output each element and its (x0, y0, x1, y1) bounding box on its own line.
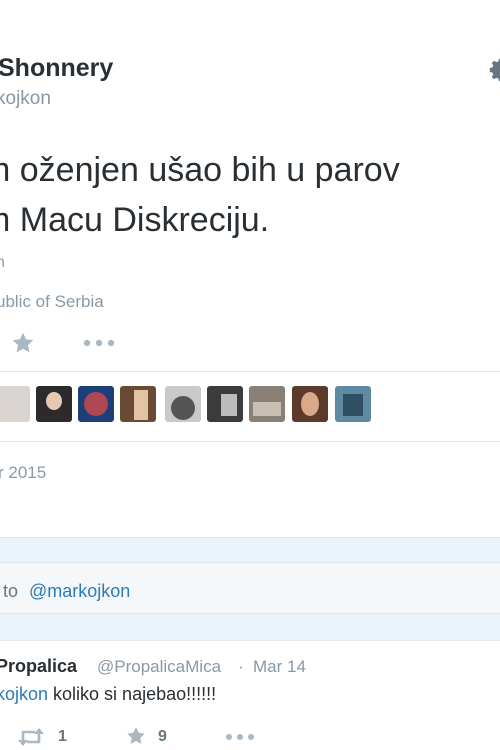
reply-author-name[interactable]: Propalica (0, 656, 77, 677)
more-icon[interactable] (225, 733, 255, 741)
reply-text-mention[interactable]: kojkon (0, 684, 48, 704)
avatar[interactable] (78, 386, 114, 422)
translate-link[interactable]: n (0, 254, 5, 272)
separator-dot: · (238, 657, 244, 676)
retweet-count: 1 (58, 728, 67, 745)
reply-mention[interactable]: @markojkon (29, 581, 130, 602)
tweet-text: m oženjen ušao bih u parov m Macu Diskre… (0, 145, 400, 245)
avatar[interactable] (207, 386, 243, 422)
author-name[interactable]: Shonnery (0, 54, 113, 83)
avatar[interactable] (292, 386, 328, 422)
favorite-count: 9 (158, 728, 167, 745)
tweet-actions (0, 328, 500, 358)
gear-icon[interactable] (486, 55, 500, 85)
section-separator (0, 614, 500, 640)
author-handle[interactable]: kojkon (0, 88, 51, 110)
star-icon[interactable] (125, 725, 147, 747)
tweet-location[interactable]: ublic of Serbia (0, 292, 104, 312)
reply-actions: 1 9 (0, 725, 500, 749)
more-icon[interactable] (83, 338, 115, 348)
avatar[interactable] (165, 386, 201, 422)
tweet-text-line-2: m Macu Diskreciju. (0, 201, 270, 239)
divider (0, 371, 500, 372)
section-separator (0, 537, 500, 563)
reply-date[interactable]: Mar 14 (253, 657, 306, 677)
avatar[interactable] (335, 386, 371, 422)
favorited-by-avatars (0, 386, 500, 426)
avatar[interactable] (120, 386, 156, 422)
reply-text: kojkon koliko si najebao!!!!!! (0, 684, 216, 705)
reply-text-body: koliko si najebao!!!!!! (48, 684, 217, 704)
reply-prefix: to (3, 581, 19, 601)
avatar[interactable] (249, 386, 285, 422)
avatar[interactable] (0, 386, 30, 422)
divider (0, 441, 500, 442)
retweet-icon[interactable] (17, 727, 45, 747)
avatar[interactable] (36, 386, 72, 422)
main-tweet: Shonnery kojkon m oženjen ušao bih u par… (0, 0, 500, 537)
reply-tweet[interactable]: Propalica @PropalicaMica · Mar 14 kojkon… (0, 640, 500, 750)
reply-author-handle[interactable]: @PropalicaMica (97, 657, 221, 677)
tweet-text-line-1: m oženjen ušao bih u parov (0, 151, 400, 189)
star-icon[interactable] (10, 330, 36, 356)
tweet-date[interactable]: r 2015 (0, 463, 46, 483)
reply-box[interactable]: to @markojkon (0, 562, 500, 614)
